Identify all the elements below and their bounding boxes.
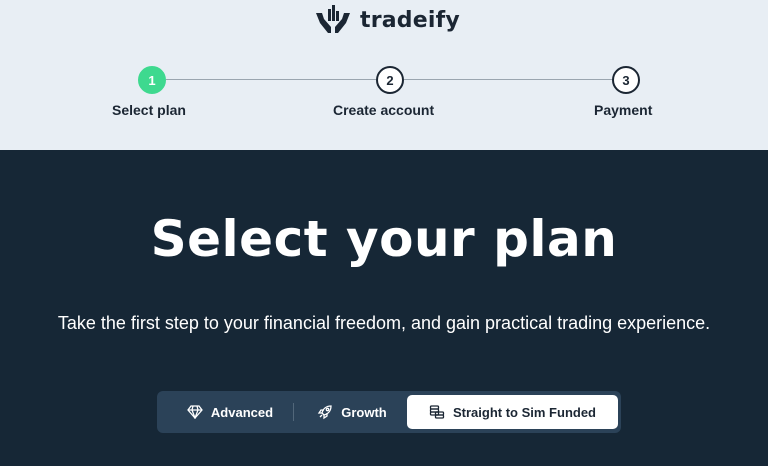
step-connector: [404, 79, 612, 80]
coins-stack-icon: [429, 404, 445, 420]
step-2-indicator: 2: [376, 66, 404, 94]
step-3-label: Payment: [594, 102, 653, 118]
page-subtitle: Take the first step to your financial fr…: [57, 313, 711, 333]
rocket-icon: [317, 404, 333, 420]
brand-logo[interactable]: tradeify: [314, 2, 460, 38]
step-2-label: Create account: [333, 102, 435, 118]
page-title: Select your plan: [150, 210, 618, 268]
tab-straight-to-sim-funded[interactable]: Straight to Sim Funded: [407, 395, 618, 429]
brand-name: tradeify: [360, 7, 460, 33]
step-1-label: Select plan: [112, 102, 186, 118]
diamond-icon: [187, 405, 203, 419]
tab-growth-label: Growth: [341, 404, 387, 420]
step-1-indicator: 1: [138, 66, 166, 94]
header: tradeify 1 2 3 Select plan Create accoun…: [0, 0, 768, 150]
step-3-indicator: 3: [612, 66, 640, 94]
tab-straight-to-sim-funded-label: Straight to Sim Funded: [453, 404, 596, 420]
tab-divider: [293, 403, 294, 421]
step-connector: [166, 79, 376, 80]
tab-advanced[interactable]: Advanced: [169, 395, 291, 429]
progress-stepper: 1 2 3 Select plan Create account Payment: [0, 66, 768, 126]
tab-advanced-label: Advanced: [210, 404, 274, 420]
tab-growth[interactable]: Growth: [302, 395, 402, 429]
plan-type-tabs: Advanced Growth Straight to Sim Funded: [157, 391, 621, 433]
hands-holding-bars-icon: [314, 3, 352, 37]
